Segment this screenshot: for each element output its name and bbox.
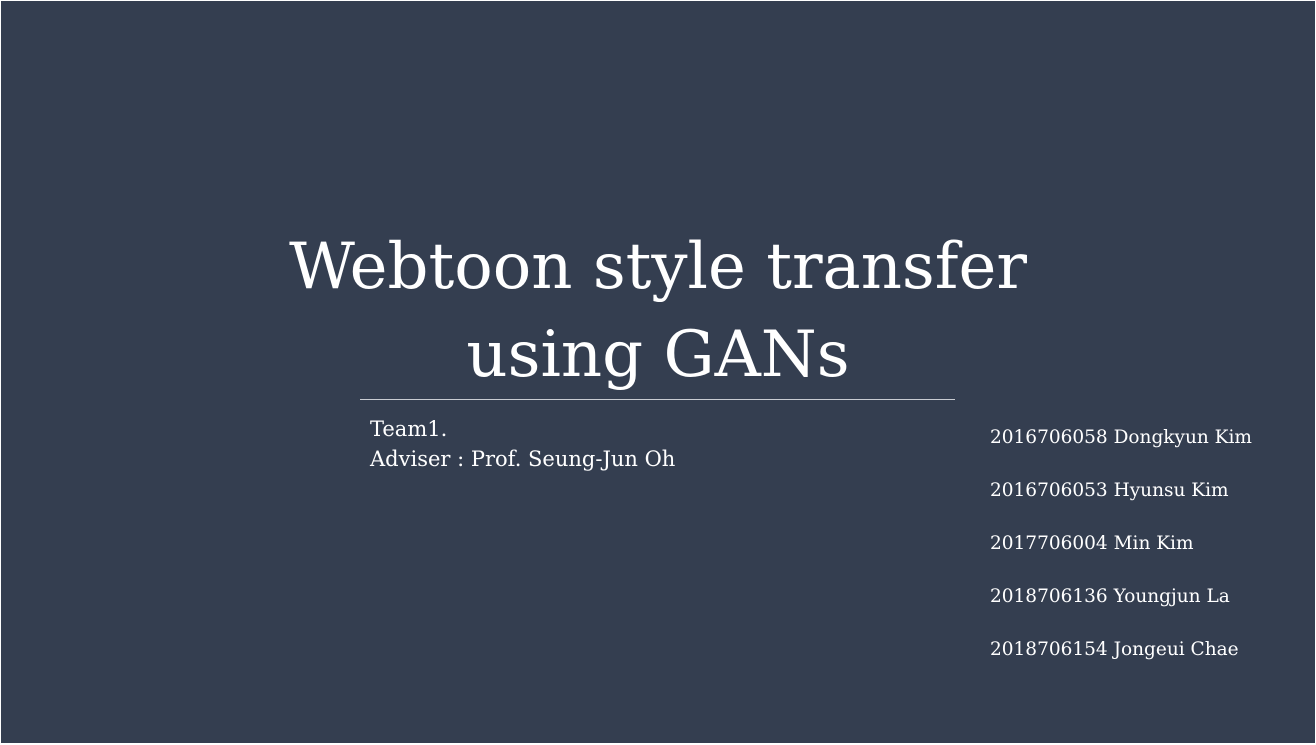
- slide-title-line-1: Webtoon style transfer: [289, 230, 1027, 304]
- slide-title-line-2: using GANs: [466, 318, 850, 392]
- member-item: 2016706053 Hyunsu Kim: [990, 480, 1229, 501]
- team-name: Team1.: [370, 417, 448, 441]
- member-list: 2016706058 Dongkyun Kim 2016706053 Hyuns…: [990, 425, 1252, 690]
- member-item: 2018706154 Jongeui Chae: [990, 639, 1239, 660]
- team-info: Team1. Adviser : Prof. Seung-Jun Oh: [370, 414, 675, 474]
- adviser-name: Adviser : Prof. Seung-Jun Oh: [370, 447, 676, 471]
- member-item: 2017706004 Min Kim: [990, 533, 1194, 554]
- member-item: 2018706136 Youngjun La: [990, 586, 1230, 607]
- title-slide: Webtoon style transfer using GANs Team1.…: [1, 1, 1315, 743]
- slide-title: Webtoon style transfer using GANs: [1, 223, 1315, 399]
- member-item: 2016706058 Dongkyun Kim: [990, 427, 1252, 448]
- title-divider: [360, 399, 955, 400]
